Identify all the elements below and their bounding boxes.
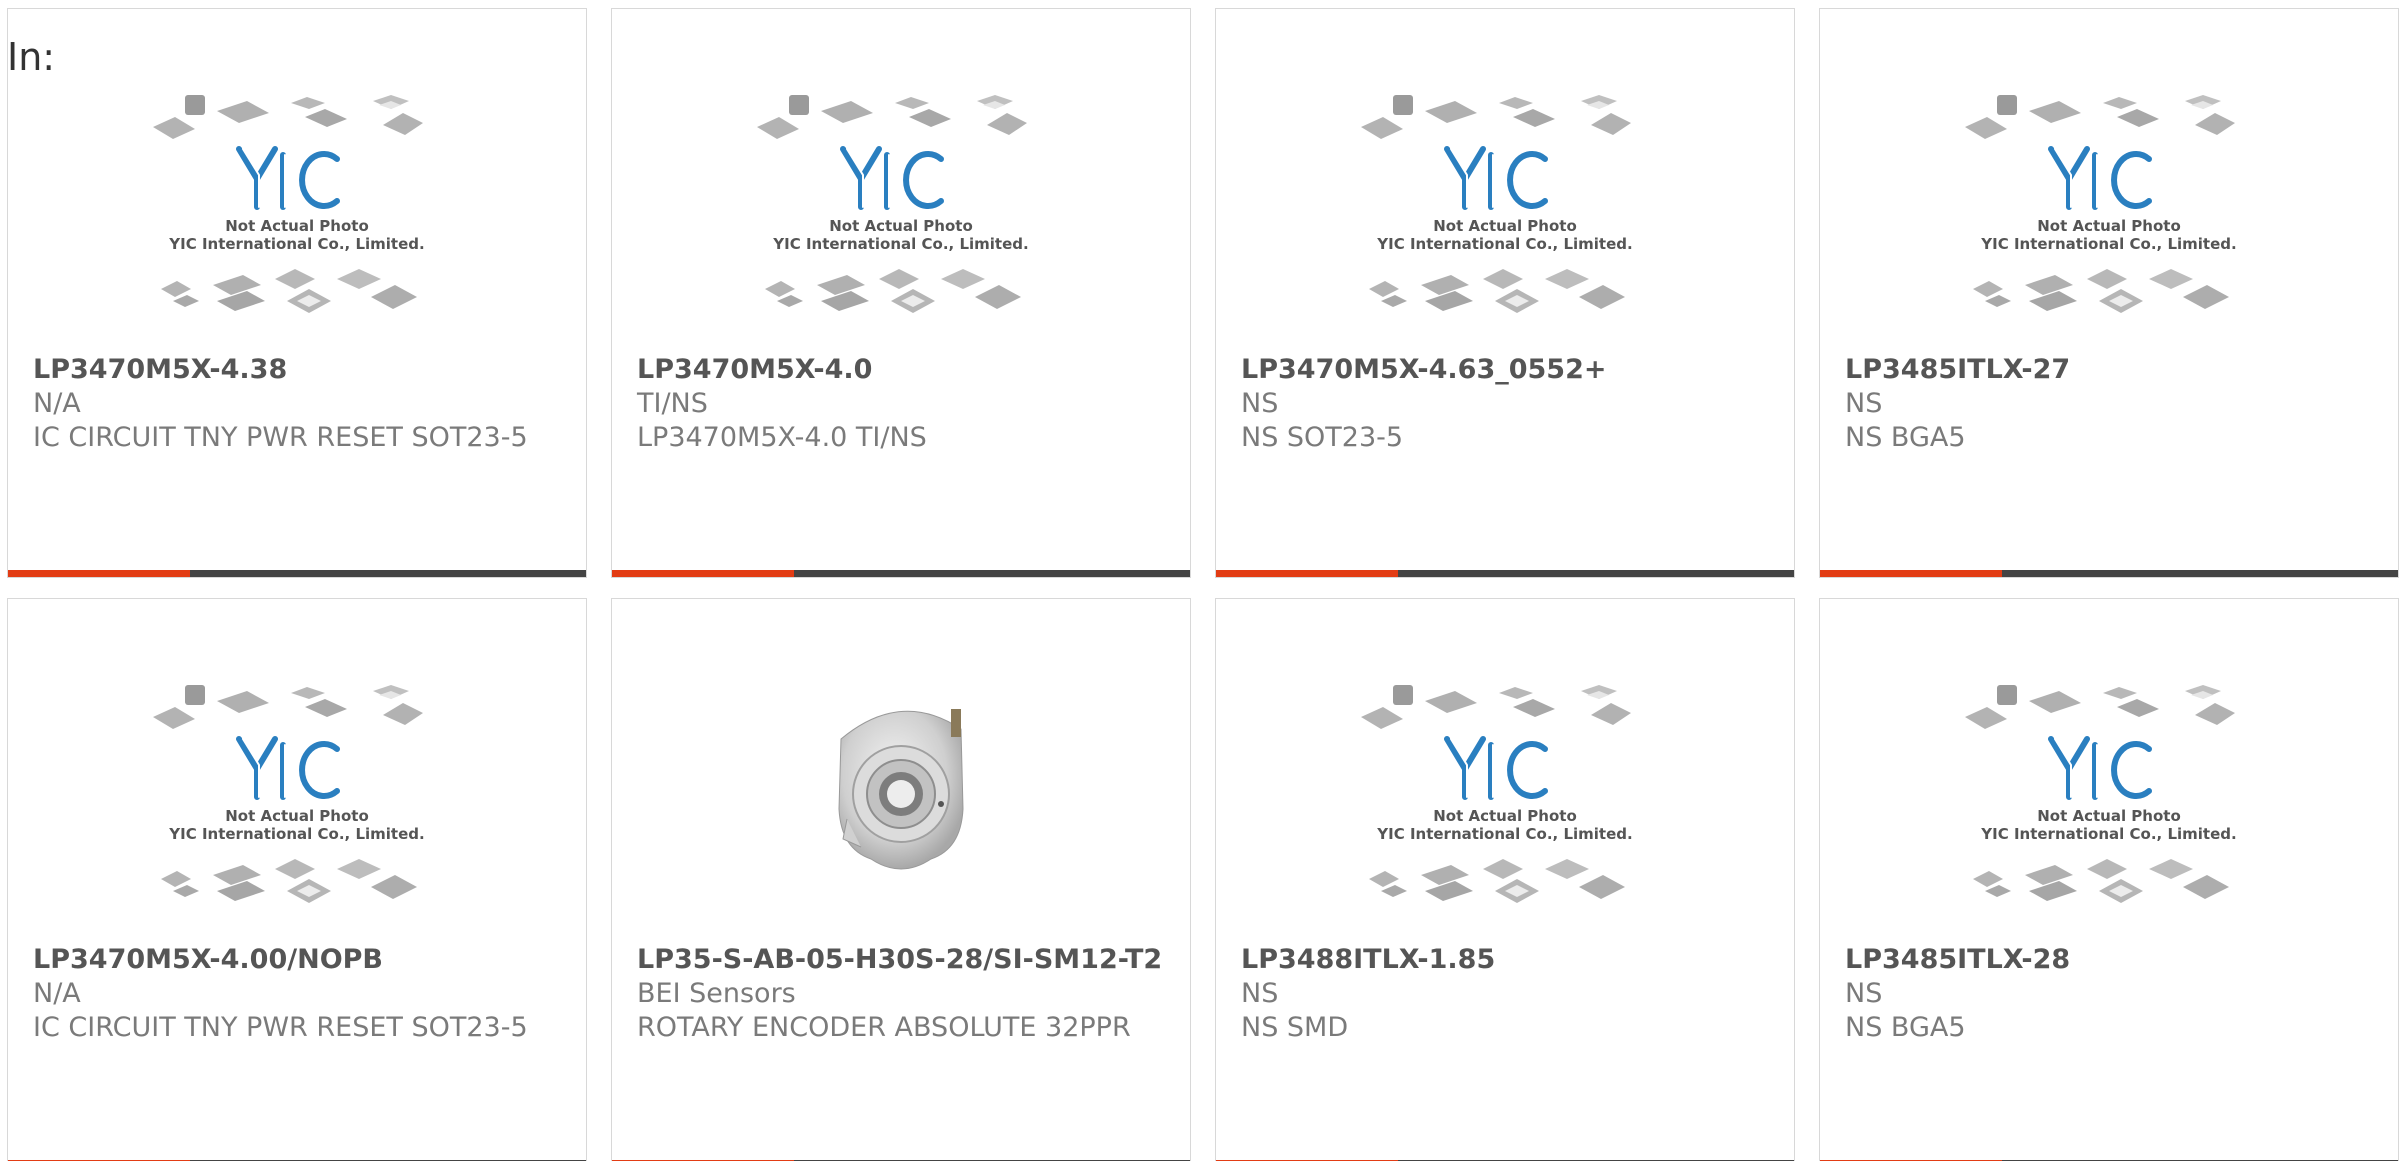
placeholder-caption: YIC International Co., Limited. [1376,235,1632,253]
manufacturer: NS [1241,388,1279,419]
not-actual-photo-image: Not Actual Photo YIC International Co., … [1965,95,2237,313]
placeholder-caption: YIC International Co., Limited. [1980,825,2236,843]
product-description: LP3470M5X-4.0 TI/NS [637,422,927,453]
not-actual-photo-image: Not Actual Photo YIC International Co., … [1965,685,2237,903]
not-actual-photo-image: Not Actual Photo YIC International Co., … [757,95,1029,313]
product-description: IC CIRCUIT TNY PWR RESET SOT23-5 [33,422,528,453]
product-image[interactable]: Not Actual Photo YIC International Co., … [8,89,586,359]
product-description: NS SOT23-5 [1241,422,1404,453]
product-description: NS BGA5 [1845,1012,1966,1043]
product-image[interactable]: Not Actual Photo YIC International Co., … [1820,679,2398,949]
product-image[interactable]: Not Actual Photo YIC International Co., … [1820,89,2398,359]
product-image[interactable]: Not Actual Photo YIC International Co., … [612,89,1190,359]
product-card[interactable]: Not Actual Photo YIC International Co., … [7,598,587,1161]
card-accent-bar [1820,570,2002,577]
product-description: ROTARY ENCODER ABSOLUTE 32PPR [637,1012,1131,1043]
card-accent-bar [1216,570,1398,577]
product-image[interactable]: Not Actual Photo YIC International Co., … [1216,679,1794,949]
card-footer-bar [1216,570,1794,577]
part-number-link[interactable]: LP3485ITLX-28 [1845,943,2385,977]
product-info: LP3488ITLX-1.85 NS NS SMD [1241,943,1781,1045]
placeholder-caption: Not Actual Photo [2037,807,2181,825]
part-number-link[interactable]: LP3470M5X-4.63_0552+ [1241,353,1781,387]
product-info: LP3485ITLX-27 NS NS BGA5 [1845,353,2385,455]
product-info: LP3470M5X-4.0 TI/NS LP3470M5X-4.0 TI/NS [637,353,1177,455]
manufacturer: NS [1845,978,1883,1009]
part-number-link[interactable]: LP35-S-AB-05-H30S-28/SI-SM12-T2 [637,943,1177,977]
placeholder-caption: YIC International Co., Limited. [1980,235,2236,253]
product-card[interactable]: Not Actual Photo YIC International Co., … [1215,598,1795,1161]
product-listing-page: Not Actual Photo YIC International Co., … [0,0,2400,1161]
card-accent-bar [8,570,190,577]
product-info: LP3470M5X-4.63_0552+ NS NS SOT23-5 [1241,353,1781,455]
product-card[interactable]: LP35-S-AB-05-H30S-28/SI-SM12-T2 BEI Senso… [611,598,1191,1161]
placeholder-caption: YIC International Co., Limited. [772,235,1028,253]
product-info: LP3470M5X-4.00/NOPB N/A IC CIRCUIT TNY PWR… [33,943,573,1045]
placeholder-caption: Not Actual Photo [225,217,369,235]
product-card[interactable]: Not Actual Photo YIC International Co., … [1819,8,2399,578]
part-number-link[interactable]: LP3470M5X-4.38 [33,353,573,387]
manufacturer: NS [1241,978,1279,1009]
product-info: LP3470M5X-4.38 N/A IC CIRCUIT TNY PWR RESE… [33,353,573,455]
not-actual-photo-image: Not Actual Photo YIC International Co., … [1361,685,1633,903]
placeholder-caption: Not Actual Photo [829,217,973,235]
placeholder-caption: YIC International Co., Limited. [168,825,424,843]
product-image[interactable] [612,679,1190,949]
part-number-link[interactable]: LP3470M5X-4.00/NOPB [33,943,573,977]
manufacturer: N/A [33,388,81,419]
placeholder-caption: Not Actual Photo [1433,807,1577,825]
product-description: NS SMD [1241,1012,1349,1043]
card-accent-bar [612,570,794,577]
card-footer-bar [8,570,586,577]
product-card[interactable]: Not Actual Photo YIC International Co., … [7,8,587,578]
placeholder-caption: Not Actual Photo [225,807,369,825]
product-image[interactable]: Not Actual Photo YIC International Co., … [1216,89,1794,359]
product-description: IC CIRCUIT TNY PWR RESET SOT23-5 [33,1012,528,1043]
product-card[interactable]: Not Actual Photo YIC International Co., … [1819,598,2399,1161]
in-label: In: [7,35,56,79]
product-grid: Not Actual Photo YIC International Co., … [7,8,2400,1161]
not-actual-photo-image: Not Actual Photo YIC International Co., … [153,685,425,903]
product-info: LP3485ITLX-28 NS NS BGA5 [1845,943,2385,1045]
manufacturer: BEI Sensors [637,978,796,1009]
part-number-link[interactable]: LP3470M5X-4.0 [637,353,1177,387]
manufacturer: NS [1845,388,1883,419]
product-card[interactable]: Not Actual Photo YIC International Co., … [611,8,1191,578]
part-number-link[interactable]: LP3485ITLX-27 [1845,353,2385,387]
product-image[interactable]: Not Actual Photo YIC International Co., … [8,679,586,949]
product-info: LP35-S-AB-05-H30S-28/SI-SM12-T2 BEI Senso… [637,943,1177,1045]
placeholder-caption: YIC International Co., Limited. [1376,825,1632,843]
part-number-link[interactable]: LP3488ITLX-1.85 [1241,943,1781,977]
not-actual-photo-image: Not Actual Photo YIC International Co., … [153,95,425,313]
placeholder-caption: YIC International Co., Limited. [168,235,424,253]
card-footer-bar [1820,570,2398,577]
product-description: NS BGA5 [1845,422,1966,453]
rotary-encoder-photo [838,709,964,870]
placeholder-caption: Not Actual Photo [2037,217,2181,235]
placeholder-caption: Not Actual Photo [1433,217,1577,235]
manufacturer: TI/NS [637,388,708,419]
not-actual-photo-image: Not Actual Photo YIC International Co., … [1361,95,1633,313]
product-card[interactable]: Not Actual Photo YIC International Co., … [1215,8,1795,578]
card-footer-bar [612,570,1190,577]
manufacturer: N/A [33,978,81,1009]
